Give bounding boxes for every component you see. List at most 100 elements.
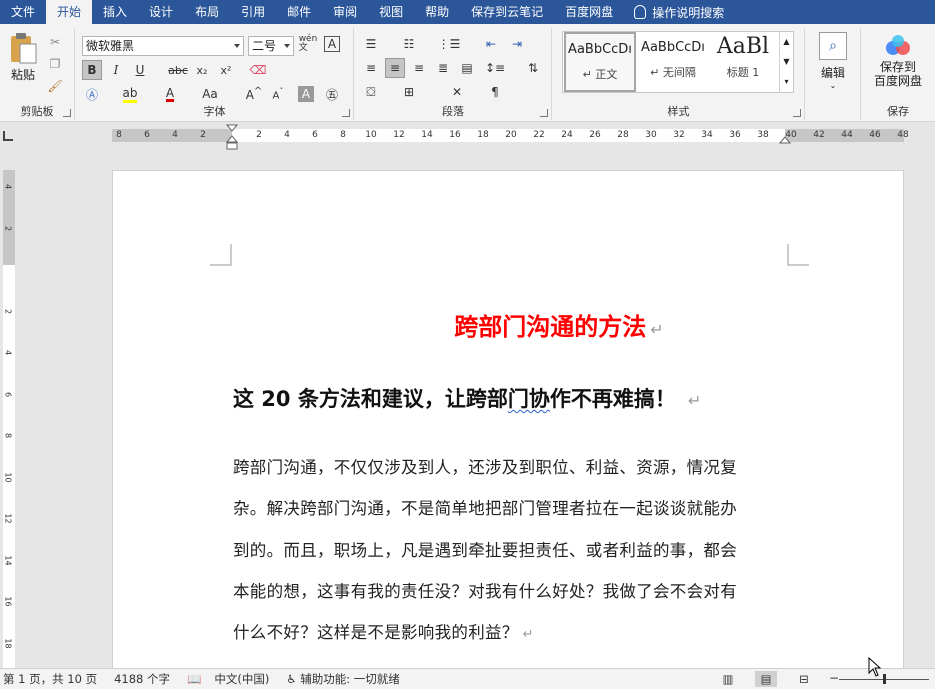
word-count[interactable]: 4188 个字 [114,671,170,687]
web-layout-button[interactable]: ⊟ [793,671,815,687]
font-launcher-icon[interactable] [342,109,350,117]
document-subtitle[interactable]: 这 20 条方法和建议，让跨部门协作不再难搞！ ↵ [233,383,701,413]
paragraph-launcher-icon[interactable] [540,109,548,117]
style-no-spacing[interactable]: AaBbCcDı ↵ 无间隔 [637,32,709,92]
justify-button[interactable]: ≣ [433,58,453,78]
tab-design[interactable]: 设计 [138,0,184,24]
tab-selector-icon[interactable] [3,131,13,141]
font-name-combo[interactable]: 微软雅黑 [82,36,244,56]
multilevel-list-button[interactable]: ⋮☰ [438,34,461,54]
char-shading-button[interactable]: A [298,86,314,102]
tab-references[interactable]: 引用 [230,0,276,24]
align-right-button[interactable]: ≡ [409,58,429,78]
increase-indent-button[interactable]: ⇥ [507,34,527,54]
proofing-icon[interactable]: 📖 [187,672,201,686]
paste-button[interactable]: 粘贴 [6,32,40,90]
chinese-layout-button[interactable]: ✕ [447,82,467,102]
font-size-combo[interactable]: 二号 [248,36,294,56]
accessibility-status[interactable]: ♿ 辅助功能: 一切就绪 [286,671,400,687]
document-page[interactable]: 跨部门沟通的方法 ↵ 这 20 条方法和建议，让跨部门协作不再难搞！ ↵ 跨部门沟通… [112,170,904,680]
styles-launcher-icon[interactable] [793,109,801,117]
style-normal-name: ↵ 正文 [582,68,618,81]
bullets-button[interactable]: ☰ [361,34,381,54]
strikethrough-icon: abc [168,63,188,77]
align-left-button[interactable]: ≡ [361,58,381,78]
style-normal[interactable]: AaBbCcDı ↵ 正文 [564,32,636,92]
save-to-baidu-button[interactable]: 保存到 百度网盘 [865,34,931,88]
show-marks-button[interactable]: ¶ [485,82,505,102]
clipboard-group: 粘贴 ✂ ❐ 🖌 剪贴板 [0,28,75,120]
strikethrough-button[interactable]: abc [168,60,188,80]
chevron-up-icon: ▲ [783,37,790,46]
paragraph-line[interactable]: 跨部门沟通，不仅仅涉及到人，还涉及到职位、利益、资源，情况复 [233,454,737,478]
styles-scroll[interactable]: ▲ ▼ ▾ [779,32,793,92]
superscript-icon: x² [220,63,232,77]
style-heading1[interactable]: AaBl 标题 1 [709,32,777,92]
format-painter-button[interactable]: 🖌 [45,76,65,96]
editing-button[interactable]: ⌕ 编辑 ⌄ [816,32,850,90]
align-center-button[interactable]: ≡ [385,58,405,78]
indent-marker-icon[interactable] [226,124,238,152]
grow-font-button[interactable]: A^ [244,84,264,104]
paragraph-line[interactable]: 本能的想，这事有我的责任没？对我有什么好处？我做了会不会对有 [233,578,737,602]
underline-icon: U [135,63,145,77]
italic-button[interactable]: I [106,60,126,80]
print-layout-button[interactable]: ▤ [755,671,777,687]
paragraph-line[interactable]: 到的。而且，职场上，凡是遇到牵扯要担责任、或者利益的事，都会 [233,537,737,561]
clear-format-button[interactable]: ⌫ [248,60,268,80]
document-title-text: 跨部门沟通的方法 [454,313,647,341]
read-mode-button[interactable]: ▥ [717,671,739,687]
tab-layout[interactable]: 布局 [184,0,230,24]
menu-bar: 文件 开始 插入 设计 布局 引用 邮件 审阅 视图 帮助 保存到云笔记 百度网… [0,0,935,24]
clipboard-launcher-icon[interactable] [63,109,71,117]
book-icon: ▥ [722,672,734,686]
page-count[interactable]: 第 1 页，共 10 页 [3,671,97,687]
paragraph-line[interactable]: 杂。解决跨部门沟通，不是简单地把部门管理者拉在一起谈谈就能办 [233,495,737,519]
baidu-netdisk-icon [886,35,910,55]
vertical-ruler[interactable]: 4 2 2 4 6 8 10 12 14 16 18 [0,170,15,670]
ruler-tick-label: 6 [312,130,318,140]
shrink-font-button[interactable]: Aˇ [268,84,288,104]
chevron-down-icon: ⌄ [829,81,837,90]
numbering-button[interactable]: ☷ [399,34,419,54]
tab-mailings[interactable]: 邮件 [276,0,322,24]
char-border-button[interactable]: A [324,36,340,52]
horizontal-ruler[interactable]: 8 6 4 2 2 4 6 8 10 12 14 16 18 20 22 24 26 28 30 32 34 36 38 40… [0,122,935,150]
tab-baidu-netdisk[interactable]: 百度网盘 [554,0,624,24]
superscript-button[interactable]: x² [216,60,236,80]
copy-button[interactable]: ❐ [45,54,65,74]
text-effect-button[interactable]: Ⓐ [82,84,102,104]
zoom-thumb[interactable] [883,674,886,684]
tab-insert[interactable]: 插入 [92,0,138,24]
underline-button[interactable]: U [130,60,150,80]
distributed-button[interactable]: ▤ [457,58,477,78]
borders-button[interactable]: ⊞ [399,82,419,102]
document-title[interactable]: 跨部门沟通的方法 ↵ [113,307,905,342]
shading-button[interactable]: ⛋ [361,82,381,102]
cut-button[interactable]: ✂ [45,32,65,52]
ruler-tick-label: 36 [729,130,741,140]
tab-save-cloud-note[interactable]: 保存到云笔记 [460,0,554,24]
highlight-button[interactable]: ab [120,84,140,104]
tab-file[interactable]: 文件 [0,0,46,24]
tab-home[interactable]: 开始 [46,0,93,24]
right-indent-marker-icon[interactable] [779,135,791,145]
language-indicator[interactable]: 中文(中国) [214,671,269,687]
enclose-char-button[interactable]: ㊄ [322,84,342,104]
decrease-indent-button[interactable]: ⇤ [481,34,501,54]
font-size-value: 二号 [252,39,277,53]
font-color-button[interactable]: A [160,84,180,104]
sort-button[interactable]: ⇅ [523,58,543,78]
tab-view[interactable]: 视图 [368,0,414,24]
change-case-button[interactable]: Aa [200,84,220,104]
justify-icon: ≣ [437,61,449,75]
paragraph-line-last[interactable]: 什么不好？这样是不是影响我的利益？ ↵ [233,619,534,643]
zoom-out-icon[interactable]: − [829,671,839,685]
bold-button[interactable]: B [82,60,102,80]
line-spacing-button[interactable]: ↕≡ [485,58,505,78]
subscript-button[interactable]: x₂ [192,60,212,80]
tell-me-search[interactable]: 操作说明搜索 [634,4,724,21]
tab-review[interactable]: 审阅 [322,0,368,24]
tab-help[interactable]: 帮助 [414,0,460,24]
phonetic-guide-button[interactable]: wén 文 [298,34,318,54]
